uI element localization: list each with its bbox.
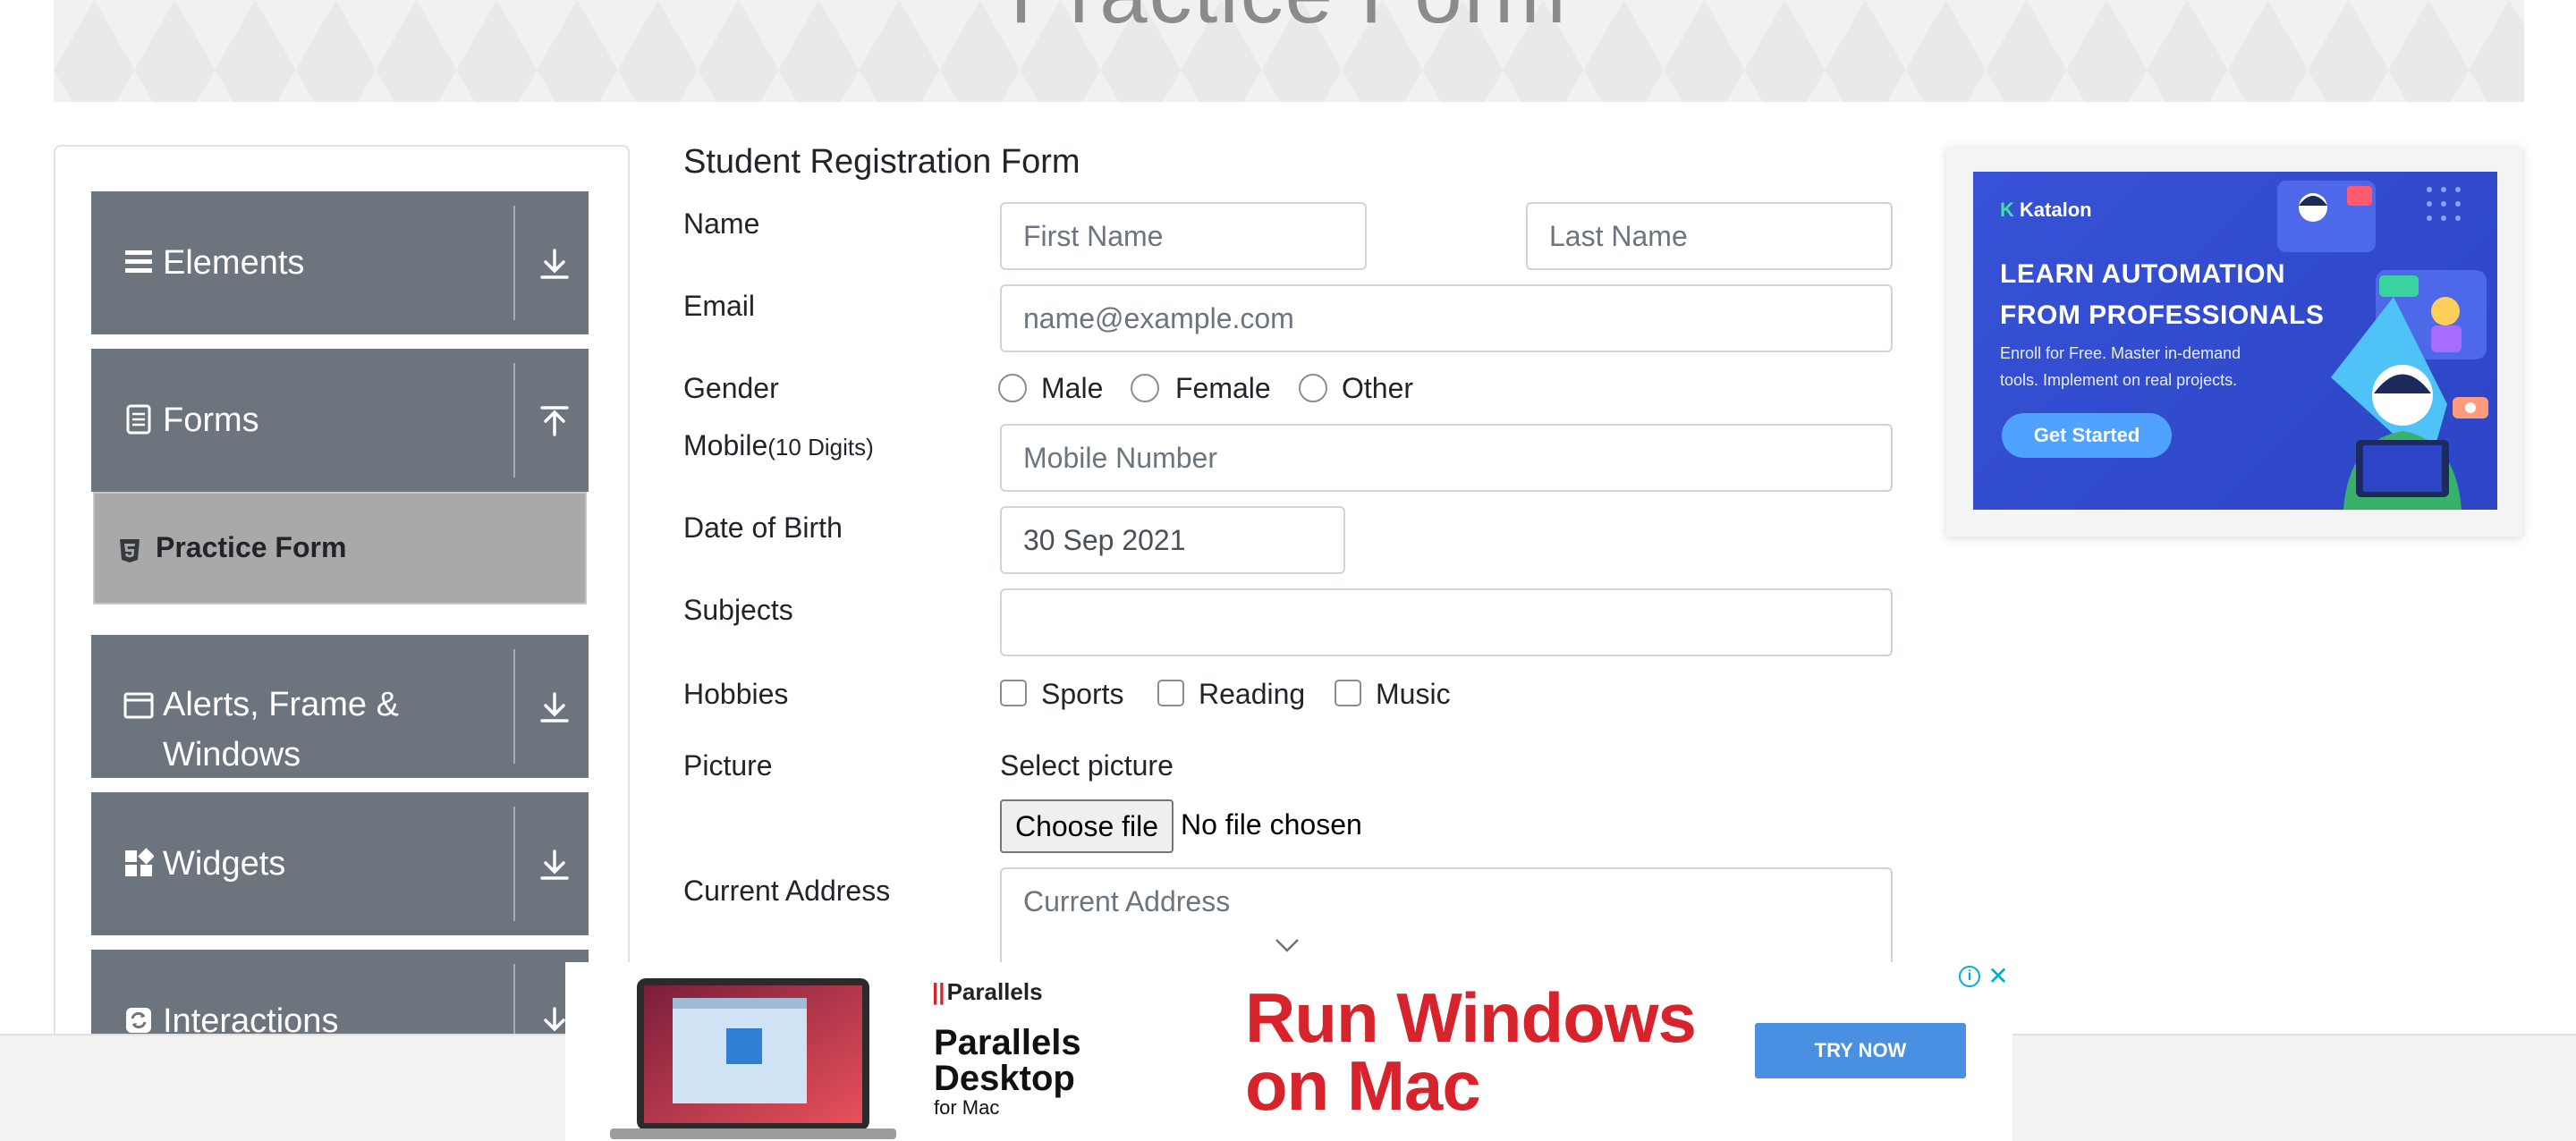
gender-female-radio[interactable]	[1131, 374, 1159, 402]
gender-option-label[interactable]: Female	[1175, 372, 1271, 405]
sidebar-group-label: Elements	[163, 244, 305, 282]
sidebar-item-label: Practice Form	[156, 531, 347, 563]
first-name-input[interactable]: First Name	[1000, 202, 1367, 270]
current-address-label: Current Address	[683, 875, 891, 907]
sidebar: Elements Forms Practice Form Alerts, Fra…	[54, 145, 630, 1141]
hobby-reading-checkbox[interactable]	[1157, 680, 1184, 706]
separator	[513, 206, 515, 320]
mobile-hint: (10 Digits)	[767, 434, 874, 461]
hobby-sports-checkbox[interactable]	[1000, 680, 1027, 706]
sidebar-group-label-line2: Windows	[163, 736, 301, 773]
hobby-option-label[interactable]: Reading	[1199, 678, 1305, 711]
email-input[interactable]: name@example.com	[1000, 284, 1893, 352]
html5-icon	[120, 539, 140, 562]
ad-headline: Run Windows on Mac	[1245, 978, 1697, 1125]
mobile-label: Mobile(10 Digits)	[683, 429, 874, 462]
picture-label: Picture	[683, 749, 773, 782]
interactions-icon	[126, 1008, 151, 1033]
sidebar-group-widgets[interactable]: Widgets	[91, 792, 589, 935]
chevron-down-icon	[1275, 939, 1299, 952]
parallels-ad[interactable]: ||Parallels Parallels Desktop for Mac Ru…	[565, 962, 2012, 1141]
window-icon	[123, 692, 154, 719]
separator	[513, 807, 515, 921]
ad-info-icon[interactable]: i	[1959, 966, 1980, 987]
gender-other-radio[interactable]	[1299, 374, 1327, 402]
page-title: Practice Form	[54, 0, 2524, 43]
mobile-input[interactable]: Mobile Number	[1000, 424, 1893, 492]
last-name-input[interactable]: Last Name	[1526, 202, 1893, 270]
hamburger-icon	[125, 250, 152, 273]
ad-subtext: Enroll for Free. Master in-demand tools.…	[2000, 344, 2241, 389]
try-now-button[interactable]: TRY NOW	[1755, 1023, 1966, 1078]
hobby-option-label[interactable]: Music	[1376, 678, 1451, 711]
hobby-music-checkbox[interactable]	[1335, 680, 1361, 706]
laptop-image-icon	[610, 978, 896, 1139]
dob-label: Date of Birth	[683, 511, 843, 544]
download-arrow-icon[interactable]	[537, 690, 572, 726]
sidebar-group-label: Widgets	[163, 845, 286, 883]
name-label: Name	[683, 207, 760, 240]
document-icon	[126, 404, 151, 435]
ad-close-icon[interactable]: ✕	[1986, 964, 2011, 989]
date-of-birth-input[interactable]: 30 Sep 2021	[1000, 506, 1345, 574]
select-picture-label: Select picture	[1000, 749, 1174, 782]
separator	[513, 363, 515, 478]
download-arrow-icon[interactable]	[537, 247, 572, 283]
download-arrow-icon[interactable]	[537, 848, 572, 883]
form-title: Student Registration Form	[683, 143, 1080, 181]
choose-file-button[interactable]: Choose file	[1000, 799, 1174, 853]
katalon-logo: K Katalon	[2000, 199, 2092, 221]
upload-arrow-icon[interactable]	[537, 404, 572, 440]
sidebar-group-label-line1: Alerts, Frame &	[163, 686, 399, 723]
parallels-logo: ||Parallels	[932, 978, 1043, 1005]
subjects-label: Subjects	[683, 594, 793, 626]
gender-option-label[interactable]: Other	[1342, 372, 1413, 405]
hobbies-label: Hobbies	[683, 678, 789, 710]
page-banner: Practice Form	[54, 0, 2524, 102]
sidebar-group-elements[interactable]: Elements	[91, 191, 589, 334]
sidebar-item-practice-form[interactable]: Practice Form	[93, 492, 587, 604]
katalon-ad[interactable]: K Katalon LEARN AUTOMATION FROM PROFESSIO…	[1973, 172, 2497, 510]
sidebar-group-forms[interactable]: Forms	[91, 349, 589, 492]
side-ad-container: K Katalon LEARN AUTOMATION FROM PROFESSIO…	[1946, 147, 2522, 537]
sidebar-group-label: Forms	[163, 401, 259, 439]
gender-male-radio[interactable]	[998, 374, 1027, 402]
subjects-input[interactable]	[1000, 588, 1893, 656]
gender-label: Gender	[683, 372, 779, 404]
parallels-bars-icon: ||	[932, 978, 945, 1005]
widgets-icon	[125, 848, 154, 876]
hobby-option-label[interactable]: Sports	[1041, 678, 1123, 711]
gender-option-label[interactable]: Male	[1041, 372, 1103, 405]
current-address-textarea[interactable]: Current Address	[1000, 867, 1893, 975]
get-started-button[interactable]: Get Started	[2002, 413, 2172, 458]
illustration-icon	[2277, 181, 2488, 510]
product-name: Parallels Desktop for Mac	[934, 1023, 1081, 1119]
file-status: No file chosen	[1181, 808, 1362, 841]
mobile-label-text: Mobile	[683, 429, 768, 461]
katalon-mark-icon: K	[2000, 199, 2014, 221]
sidebar-group-alerts[interactable]: Alerts, Frame & Windows	[91, 635, 589, 778]
email-label: Email	[683, 290, 756, 322]
separator	[513, 649, 515, 764]
